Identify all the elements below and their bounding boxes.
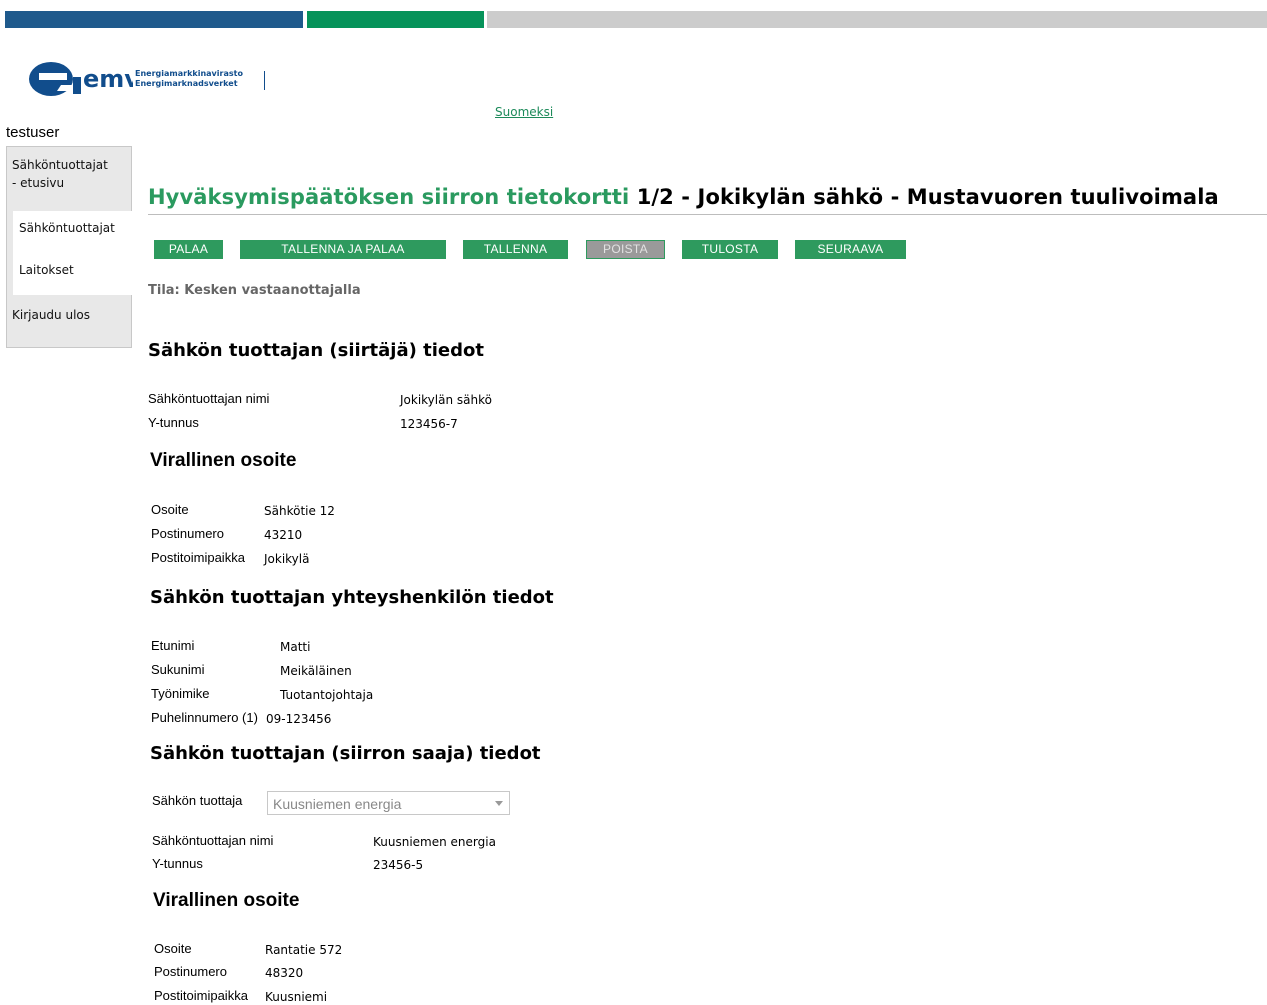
contact-last-name-value: Meikäläinen (280, 664, 352, 678)
contact-title-label: Työnimike (151, 686, 210, 701)
emv-logo-mv: emv (83, 67, 133, 91)
receiver-address-heading: Virallinen osoite (153, 890, 300, 911)
status-text: Tila: Kesken vastaanottajalla (148, 283, 361, 298)
sidebar: Sähköntuottajat - etusivu Sähköntuottaja… (6, 146, 133, 348)
contact-heading: Sähkön tuottajan yhteyshenkilön tiedot (150, 587, 554, 608)
transferrer-city-label: Postitoimipaikka (151, 550, 245, 565)
contact-last-name-label: Sukunimi (151, 662, 205, 677)
page-title-main: Hyväksymispäätöksen siirron tietokortti (148, 185, 630, 209)
organization-name-sv: Energimarknadsverket (135, 79, 238, 88)
next-button[interactable]: SEURAAVA (795, 240, 906, 259)
sidebar-item-label: - etusivu (12, 176, 65, 190)
transferrer-street-value: Sähkötie 12 (264, 504, 335, 518)
receiver-id-label: Y-tunnus (152, 856, 203, 871)
transferrer-id-label: Y-tunnus (148, 415, 199, 430)
receiver-producer-select[interactable]: Kuusniemen energia (267, 791, 510, 815)
transferrer-address-heading: Virallinen osoite (150, 450, 297, 471)
transferrer-postcode-value: 43210 (264, 528, 303, 542)
contact-title-value: Tuotantojohtaja (280, 688, 374, 702)
receiver-city-value: Kuusniemi (265, 990, 328, 1004)
top-bar-gray (487, 11, 1267, 28)
logo-divider (264, 71, 265, 90)
transferrer-city-value: Jokikylä (264, 552, 310, 566)
contact-first-name-label: Etunimi (151, 638, 195, 653)
organization-name-fi: Energiamarkkinavirasto (135, 69, 243, 78)
logo-letters: emv (83, 67, 133, 91)
transferrer-postcode-label: Postinumero (151, 526, 224, 541)
sidebar-item-facilities[interactable]: Laitokset (19, 261, 74, 279)
sidebar-item-label: Sähköntuottajat (12, 158, 108, 172)
receiver-select-value: Kuusniemen energia (273, 796, 402, 812)
transferrer-name-label: Sähköntuottajan nimi (148, 391, 270, 406)
receiver-city-label: Postitoimipaikka (154, 988, 248, 1003)
receiver-street-label: Osoite (154, 941, 192, 956)
page-title-detail: 1/2 - Jokikylän sähkö - Mustavuoren tuul… (636, 185, 1219, 209)
username: testuser (6, 124, 60, 141)
contact-first-name-value: Matti (280, 640, 311, 654)
transferrer-heading: Sähkön tuottajan (siirtäjä) tiedot (148, 340, 484, 361)
delete-button[interactable]: POISTA (586, 240, 665, 259)
save-and-back-button[interactable]: TALLENNA JA PALAA (240, 240, 446, 259)
transferrer-street-label: Osoite (151, 502, 189, 517)
top-bar-green (307, 11, 484, 28)
transferrer-name-value: Jokikylän sähkö (400, 393, 492, 407)
title-divider (148, 214, 1267, 215)
back-button[interactable]: PALAA (154, 240, 223, 259)
contact-phone-value: 09-123456 (266, 712, 332, 726)
receiver-postcode-value: 48320 (265, 966, 304, 980)
sidebar-item-logout[interactable]: Kirjaudu ulos (12, 306, 90, 324)
receiver-postcode-label: Postinumero (154, 964, 227, 979)
receiver-street-value: Rantatie 572 (265, 943, 343, 957)
top-color-bar (5, 11, 1267, 28)
page-title: Hyväksymispäätöksen siirron tietokortti … (148, 185, 1219, 209)
language-link[interactable]: Suomeksi (495, 105, 553, 119)
contact-phone-label: Puhelinnumero (1) (151, 710, 258, 725)
receiver-heading: Sähkön tuottajan (siirron saaja) tiedot (150, 743, 541, 764)
receiver-name-label: Sähköntuottajan nimi (152, 833, 274, 848)
sidebar-item-producers[interactable]: Sähköntuottajat (19, 219, 115, 237)
emv-logo: emv Energiamarkkinavirasto Energimarknad… (27, 55, 287, 105)
top-bar-blue (5, 11, 303, 28)
chevron-down-icon (495, 801, 503, 806)
print-button[interactable]: TULOSTA (682, 240, 778, 259)
sidebar-item-producers-home[interactable]: Sähköntuottajat - etusivu (12, 156, 108, 192)
receiver-name-value: Kuusniemen energia (373, 835, 496, 849)
transferrer-id-value: 123456-7 (400, 417, 458, 431)
receiver-id-value: 23456-5 (373, 858, 424, 872)
organization-name: Energiamarkkinavirasto Energimarknadsver… (135, 69, 243, 89)
receiver-select-label: Sähkön tuottaja (152, 793, 243, 808)
save-button[interactable]: TALLENNA (463, 240, 568, 259)
